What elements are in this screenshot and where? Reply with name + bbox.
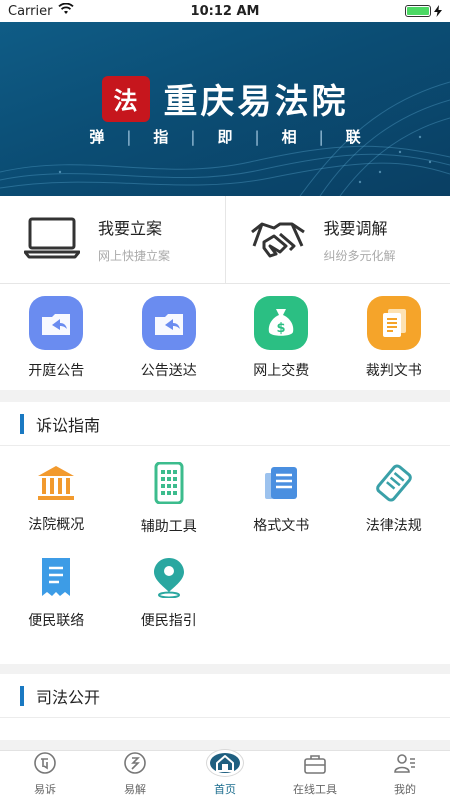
tab-home[interactable]: 首页 <box>180 750 270 800</box>
money-bag-icon: $ <box>254 296 309 350</box>
app-title: 重庆易法院 <box>163 82 349 122</box>
receipt-icon <box>39 556 73 602</box>
mediation-card[interactable]: 我要调解 纠纷多元化解 <box>224 196 450 283</box>
folder-icon <box>29 296 84 350</box>
service-online-payment[interactable]: $ 网上交费 <box>225 284 338 390</box>
yisu-icon <box>33 751 57 779</box>
laptop-icon <box>23 216 81 264</box>
hero-banner: 法 重庆易法院 弹 | 指 | 即 | 相 | 联 <box>0 22 450 196</box>
home-icon <box>207 750 243 776</box>
service-court-notice[interactable]: 开庭公告 <box>0 284 113 390</box>
brand: 法 重庆易法院 <box>0 74 450 123</box>
toolbox-icon <box>303 753 327 779</box>
svg-text:$: $ <box>277 321 286 336</box>
court-logo: 法 <box>101 75 150 122</box>
service-grid: 开庭公告 公告送达 $ 网上交费 裁判文书 <box>0 284 450 390</box>
handshake-icon <box>250 214 306 266</box>
section-title: 司法公开 <box>36 687 101 707</box>
quick-subtitle: 纠纷多元化解 <box>323 249 396 263</box>
tab-yisu[interactable]: 易诉 <box>0 751 90 800</box>
tab-yijie[interactable]: 易解 <box>90 751 180 800</box>
guide-contact[interactable]: 便民联络 <box>0 546 113 640</box>
slogan-char: 相 <box>281 128 297 146</box>
slogan-char: 即 <box>217 128 233 146</box>
guide-format-docs[interactable]: 格式文书 <box>225 452 338 546</box>
status-left: Carrier <box>8 2 75 19</box>
guide-directions[interactable]: 便民指引 <box>113 546 226 640</box>
status-bar: Carrier 10:12 AM <box>0 0 450 22</box>
file-case-card[interactable]: 我要立案 网上快捷立案 <box>0 196 225 283</box>
guide-label: 法律法规 <box>365 518 422 534</box>
logo-text: 法 <box>113 86 138 115</box>
quick-subtitle: 网上快捷立案 <box>98 249 171 263</box>
judicial-public-section: 司法公开 <box>0 674 450 740</box>
document-icon <box>366 296 421 350</box>
section-header: 诉讼指南 <box>0 402 450 446</box>
guide-label: 辅助工具 <box>140 519 197 535</box>
service-notice-delivery[interactable]: 公告送达 <box>113 284 226 390</box>
service-label: 裁判文书 <box>365 363 422 379</box>
guide-aux-tools[interactable]: 辅助工具 <box>113 452 226 546</box>
service-judgment-docs[interactable]: 裁判文书 <box>338 284 450 390</box>
wifi-icon <box>58 2 75 19</box>
tab-profile[interactable]: 我的 <box>360 751 450 800</box>
battery-icon <box>405 5 442 17</box>
guide-label: 便民联络 <box>28 613 85 629</box>
guide-laws[interactable]: 法律法规 <box>338 452 450 546</box>
section-accent-bar <box>20 413 24 434</box>
tab-label: 在线工具 <box>293 783 337 796</box>
slogan-char: 弹 <box>89 128 105 146</box>
tab-label: 易诉 <box>34 783 56 796</box>
guide-label: 便民指引 <box>140 613 197 629</box>
section-header: 司法公开 <box>0 674 450 718</box>
guide-grid: 法院概况 辅助工具 格式文书 法律法规 便民联络 便民指引 <box>0 446 450 640</box>
calculator-phone-icon <box>153 461 185 508</box>
quick-title: 我要调解 <box>323 219 388 238</box>
service-label: 公告送达 <box>140 363 197 379</box>
slogan-char: 联 <box>345 128 361 146</box>
profile-icon <box>393 751 417 779</box>
book-icon <box>261 463 301 507</box>
quick-actions: 我要立案 网上快捷立案 我要调解 纠纷多元化解 <box>0 196 450 284</box>
tab-label: 我的 <box>394 783 416 796</box>
court-building-icon <box>36 464 76 506</box>
service-label: 开庭公告 <box>28 363 85 379</box>
tab-online-tools[interactable]: 在线工具 <box>270 751 360 800</box>
quick-title: 我要立案 <box>98 219 163 238</box>
carrier-label: Carrier <box>8 3 53 19</box>
litigation-guide-section: 诉讼指南 法院概况 辅助工具 格式文书 法律法规 便民联络 便民指引 <box>0 402 450 664</box>
slogan: 弹 | 指 | 即 | 相 | 联 <box>0 126 450 147</box>
service-label: 网上交费 <box>253 363 310 379</box>
tab-label: 首页 <box>214 783 236 796</box>
tab-label: 易解 <box>124 783 146 796</box>
section-title: 诉讼指南 <box>36 415 101 435</box>
guide-label: 格式文书 <box>253 518 310 534</box>
guide-label: 法院概况 <box>28 517 85 533</box>
bottom-tab-bar: 易诉 易解 首页 在线工具 我的 <box>0 750 450 800</box>
guide-court-overview[interactable]: 法院概况 <box>0 452 113 546</box>
slogan-char: 指 <box>153 128 169 146</box>
scroll-icon <box>374 463 414 507</box>
location-pin-icon <box>151 556 187 602</box>
folder-icon <box>141 296 196 350</box>
section-accent-bar <box>20 685 24 706</box>
yijie-icon <box>123 751 147 779</box>
